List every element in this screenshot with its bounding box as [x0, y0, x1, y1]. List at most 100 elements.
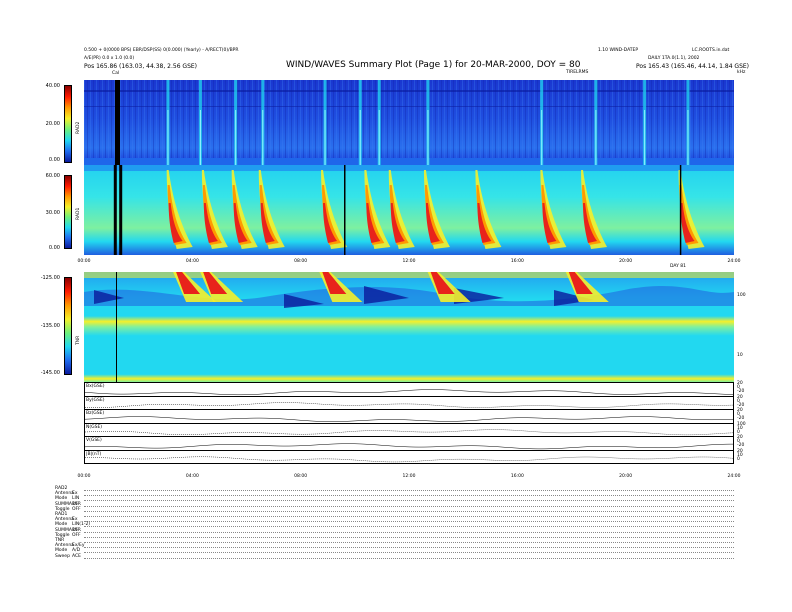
page-title: WIND/WAVES Summary Plot (Page 1) for 20-…	[286, 60, 581, 70]
param-value-13: ACE	[72, 553, 81, 559]
param-value-9: OFF	[72, 532, 81, 538]
rad1-xtick-0: 00:00	[77, 259, 91, 264]
tnr-ylabel: TNR	[76, 335, 81, 345]
line-panel-label-3: N(GSE)	[86, 424, 103, 430]
header-position-right: Pos 165.43 (165.46, 44.14, 1.84 GSE)	[636, 63, 750, 70]
rad1-xtick-5: 20:00	[619, 259, 633, 264]
header-position-left: Pos 165.86 (163.03, 44.38, 2.56 GSE)	[84, 63, 198, 70]
bottom-xtick-5: 20:00	[619, 474, 633, 479]
line-series-1	[84, 402, 734, 408]
tnr-right-tick-10: 10	[737, 353, 743, 358]
rad2-burst-core-10	[644, 110, 646, 165]
line-panel-label-2: Bz(GSE)	[86, 411, 105, 416]
rad2-burst-core-4	[324, 110, 326, 165]
header-info-line-1: 0.500 + 0(0000 BPS) EBR/DSP(SS) 0(0.000)…	[84, 48, 239, 53]
rad1-xtick-3: 12:00	[402, 259, 416, 264]
rad1-spectrogram	[84, 165, 734, 255]
header-info-right-1: 1.10 WIND-DATEP	[598, 48, 639, 53]
bottom-xtick-1: 04:00	[185, 474, 199, 479]
param-row-line-0	[84, 490, 734, 491]
tnr-cal-marker	[116, 272, 117, 382]
rad2-tick-bottom: 0.00	[48, 157, 60, 163]
param-value-4: OFF	[72, 506, 81, 512]
rad1-xtick-1: 04:00	[185, 259, 199, 264]
rad2-burst-core-7	[427, 110, 429, 165]
rad1-gap-1	[119, 165, 123, 255]
cal-marker-label: Cal	[112, 71, 120, 76]
rad2-burst-core-1	[199, 110, 201, 165]
line-panel-label-5: |B|(nT)	[86, 451, 102, 457]
rad1-tick-mid: 30.00	[45, 210, 60, 216]
rad1-tick-top: 60.00	[45, 173, 60, 179]
rad1-xtick-4: 16:00	[510, 259, 524, 264]
bottom-xtick-3: 12:00	[402, 474, 416, 479]
bottom-xtick-4: 16:00	[510, 474, 524, 479]
tnr-tick-bottom: -145.00	[40, 370, 60, 376]
rad1-tick-bottom: 0.00	[48, 245, 60, 251]
line-panel-0	[84, 382, 734, 397]
line-series-2	[84, 415, 734, 422]
line-panel-4	[84, 436, 734, 451]
rad2-tick-top: 40.00	[45, 83, 60, 89]
rad2-ylabel: RAD2	[76, 121, 81, 134]
line-panel-2	[84, 409, 734, 424]
param-row-line-2	[84, 500, 734, 502]
rad1-xtick-2: 08:00	[294, 259, 308, 264]
rad1-x-right-label: DAY 81	[670, 264, 687, 269]
param-row-line-4	[84, 510, 734, 512]
param-row-line-6	[84, 521, 734, 523]
header-center-small: TIRELRMS	[566, 70, 589, 75]
line-series-4	[84, 442, 734, 449]
bottom-xtick-2: 08:00	[294, 474, 308, 479]
rad2-colorbar	[64, 85, 72, 163]
rad1-xtick-6: 24:00	[727, 259, 741, 264]
line-panel-3	[84, 422, 734, 437]
param-row-line-10	[84, 542, 734, 543]
param-row-line-11	[84, 547, 734, 549]
param-row-line-5	[84, 516, 734, 517]
rad1-colorbar	[64, 175, 72, 249]
line-panel-trace-5	[84, 456, 734, 463]
param-row-line-8	[84, 531, 734, 533]
rad2-spectrogram	[84, 80, 734, 165]
rad2-burst-core-8	[541, 110, 543, 165]
param-row-line-1	[84, 495, 734, 497]
line-panel-1	[84, 395, 734, 410]
rad2-burst-core-6	[378, 110, 380, 165]
rad2-burst-core-3	[262, 110, 264, 165]
param-name-13: Sweep	[55, 553, 70, 559]
header-info-right-2: LC.ROOTS.in.dat	[692, 48, 730, 53]
line-panel-label-0: Bx(GSE)	[86, 384, 105, 389]
bottom-xtick-6: 24:00	[727, 474, 741, 479]
rad2-burst-core-11	[687, 110, 689, 165]
bottom-xtick-0: 00:00	[77, 474, 91, 479]
rad2-tick-mid: 20.00	[45, 121, 60, 127]
param-row-line-12	[84, 552, 734, 554]
line-series-3	[84, 429, 734, 436]
param-row-line-3	[84, 505, 734, 507]
rad2-burst-core-2	[235, 110, 237, 165]
line-panel-5-rtick-2: 0	[737, 456, 740, 462]
line-panel-5	[84, 449, 734, 464]
rad1-gap-3	[679, 165, 682, 255]
param-row-line-13	[84, 557, 734, 559]
rad1-gap-0	[113, 165, 117, 255]
rad1-ylabel: RAD1	[76, 207, 81, 220]
line-series-5	[84, 456, 734, 463]
rad2-cal-marker	[115, 80, 120, 165]
rad2-burst-core-5	[359, 110, 361, 165]
rad1-gap-2	[344, 165, 346, 255]
line-panel-label-1: By(GSE)	[86, 397, 105, 403]
line-series-0	[84, 388, 734, 395]
tnr-spectrogram	[84, 272, 734, 382]
tnr-colorbar	[64, 277, 72, 375]
param-row-line-9	[84, 536, 734, 538]
header-info-line-2: A/E(PR) 0.0 x 1.0 (0.0)	[84, 56, 135, 61]
line-panel-label-4: V(GSE)	[86, 438, 102, 443]
rad2-burst-core-0	[167, 110, 169, 165]
header-info-right-3: DAILY 1TA.0(1.1), 2002	[648, 56, 700, 61]
tnr-right-tick-100: 100	[737, 293, 746, 298]
tnr-tick-mid: -135.00	[40, 323, 60, 329]
rad2-burst-core-9	[595, 110, 597, 165]
header-units: kHz	[737, 70, 746, 75]
